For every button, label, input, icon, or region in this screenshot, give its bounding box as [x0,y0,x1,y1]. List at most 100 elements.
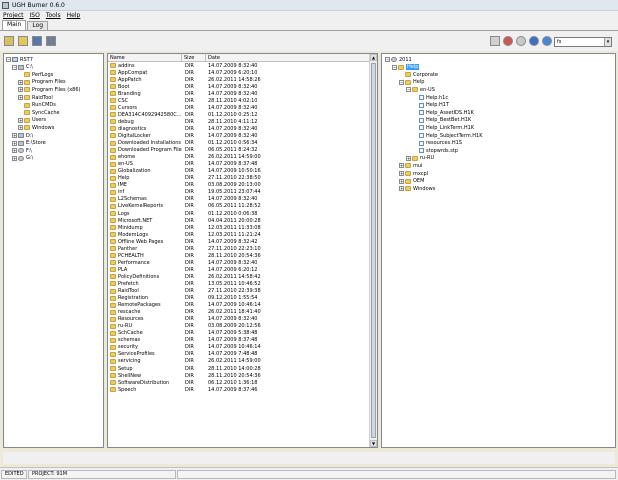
tree-node[interactable]: − 2011 [385,56,412,63]
tree-node[interactable]: − Help [392,64,420,71]
file-list-scrollbar[interactable]: ▲ ▼ [369,54,377,447]
expand-icon[interactable]: + [18,125,23,131]
collapse-icon[interactable]: − [12,64,17,70]
scroll-thumb[interactable] [371,63,376,438]
filesystem-select[interactable]: fs ▾ [554,37,612,47]
tree-node[interactable]: Help_LinkTerm.H1K [413,124,474,131]
expand-icon[interactable]: + [399,178,404,184]
list-item[interactable]: debug DIR 28.11.2010 4:11:12 [108,118,371,125]
list-item[interactable]: SchCache DIR 14.07.2009 5:38:48 [108,330,371,337]
list-item[interactable]: LiveKernelReports DIR 06.05.2011 11:28:52 [108,203,371,210]
list-item[interactable]: DigitalLocker DIR 14.07.2009 8:32:40 [108,132,371,139]
column-date-header[interactable]: Date [206,54,371,62]
disc-icon[interactable] [516,36,526,46]
expand-icon[interactable]: + [12,133,17,138]
tree-node[interactable]: + Program Files [18,79,66,86]
open-project-icon[interactable] [18,36,28,46]
refresh-icon[interactable] [529,36,539,46]
list-item[interactable]: rescache DIR 26.02.2011 18:41:40 [108,309,371,316]
collapse-icon[interactable]: − [406,87,411,93]
list-item[interactable]: Prefetch DIR 13.05.2011 10:46:52 [108,280,371,287]
expand-icon[interactable]: + [18,79,23,85]
tree-node[interactable]: − Help [399,79,424,86]
tree-node[interactable]: Help.H1T [413,102,449,109]
list-item[interactable]: Globalization DIR 14.07.2009 10:50:16 [108,168,371,175]
tree-node[interactable]: Corporate [399,71,438,78]
list-item[interactable]: CSC DIR 28.11.2010 4:02:10 [108,97,371,104]
expand-icon[interactable]: + [12,148,17,154]
expand-icon[interactable]: + [399,171,404,176]
list-item[interactable]: Boot DIR 14.07.2009 8:32:40 [108,83,371,90]
tree-node[interactable]: PerfLogs [18,71,53,78]
list-item[interactable]: ShellNew DIR 28.11.2010 20:54:36 [108,372,371,379]
list-item[interactable]: IME DIR 03.08.2009 20:13:00 [108,182,371,189]
list-item[interactable]: L2Schemas DIR 14.07.2009 8:32:40 [108,196,371,203]
tree-node[interactable]: − C:\ [12,64,33,71]
list-item[interactable]: Offline Web Pages DIR 14.07.2009 8:32:42 [108,238,371,245]
list-item[interactable]: ehome DIR 26.02.2011 14:59:00 [108,154,371,161]
collapse-icon[interactable]: − [399,79,404,85]
list-item[interactable]: inf DIR 19.05.2011 23:07:44 [108,189,371,196]
list-item[interactable]: ru-RU DIR 03.08.2009 20:12:56 [108,323,371,330]
erase-disc-icon[interactable] [503,36,513,46]
tree-node[interactable]: + ru-RU [406,155,434,162]
list-item[interactable]: addins DIR 14.07.2009 8:32:40 [108,62,371,69]
list-item[interactable]: schemas DIR 14.07.2009 8:37:48 [108,337,371,344]
list-item[interactable]: Performance DIR 14.07.2009 8:32:40 [108,259,371,266]
menu-help[interactable]: Help [67,12,81,19]
list-item[interactable]: en-US DIR 14.07.2009 8:37:48 [108,161,371,168]
list-item[interactable]: Registration DIR 09.12.2010 1:55:54 [108,295,371,302]
list-item[interactable]: PolicyDefinitions DIR 26.02.2011 14:58:42 [108,273,371,280]
tab-log[interactable]: Log [27,21,49,30]
expand-icon[interactable]: + [406,155,411,161]
save-project-icon[interactable] [32,36,42,46]
list-item[interactable]: Speech DIR 14.07.2009 8:37:46 [108,386,371,393]
list-item[interactable]: AppCompat DIR 14.07.2009 6:20:10 [108,69,371,76]
expand-icon[interactable]: + [399,163,404,169]
tree-node[interactable]: + Users [18,117,46,124]
column-name-header[interactable]: Name [108,54,182,62]
tree-node[interactable]: Help.h1c [413,94,448,101]
list-item[interactable]: diagnostics DIR 14.07.2009 8:32:40 [108,125,371,132]
project-tree-panel[interactable]: −2011− Help Corporate − Help − en-US Help.h1c He… [381,53,616,448]
list-item[interactable]: RaidTool DIR 27.11.2010 22:39:38 [108,288,371,295]
tree-node[interactable]: + Windows [399,185,435,192]
list-item[interactable]: Resources DIR 14.07.2009 8:32:40 [108,316,371,323]
tree-node[interactable]: + G:\ [12,155,33,162]
list-item[interactable]: Cursors DIR 14.07.2009 8:32:40 [108,104,371,111]
tree-node[interactable]: + Program Files (x86) [18,86,80,93]
chevron-down-icon[interactable]: ▾ [604,38,611,46]
tree-node[interactable]: Help_AssetIDS.H1K [413,109,474,116]
list-item[interactable]: ModemLogs DIR 12.03.2011 11:21:24 [108,231,371,238]
expand-icon[interactable]: + [399,186,404,192]
tree-node[interactable]: resources.H1S [413,140,462,147]
list-item[interactable]: ServiceProfiles DIR 14.07.2009 7:48:48 [108,351,371,358]
tree-node[interactable]: + Windows [18,124,54,131]
collapse-icon[interactable]: − [385,57,390,62]
globe-icon[interactable] [542,36,552,46]
list-item[interactable]: Panther DIR 27.11.2010 22:23:10 [108,245,371,252]
list-item[interactable]: Branding DIR 14.07.2009 8:32:40 [108,90,371,97]
menu-iso[interactable]: ISO [30,12,40,19]
tree-node[interactable]: + OEM [399,178,424,185]
list-item[interactable]: RemotePackages DIR 14.07.2009 10:46:14 [108,302,371,309]
new-project-icon[interactable] [4,36,14,46]
list-item[interactable]: Downloaded Installations DIR 01.12.2010 0:… [108,140,371,147]
collapse-icon[interactable]: − [392,64,397,70]
list-item[interactable]: PCHEALTH DIR 28.11.2010 20:54:36 [108,252,371,259]
list-item[interactable]: PLA DIR 14.07.2009 6:20:12 [108,266,371,273]
expand-icon[interactable]: + [18,95,23,100]
list-item[interactable]: AppPatch DIR 26.02.2011 14:58:26 [108,76,371,83]
list-item[interactable]: Microsoft.NET DIR 04.04.2011 20:00:28 [108,217,371,224]
list-item[interactable]: Minidump DIR 12.03.2011 11:33:08 [108,224,371,231]
tree-node[interactable]: + mxcpl [399,170,428,177]
scroll-down-icon[interactable]: ▼ [370,440,377,447]
scroll-up-icon[interactable]: ▲ [370,54,377,61]
tree-node[interactable]: SyncCache [18,109,60,116]
menu-tools[interactable]: Tools [46,12,61,19]
tree-node[interactable]: − RST7 [6,56,33,63]
list-item[interactable]: Downloaded Program Files DIR 06.05.2011 8:… [108,147,371,154]
tree-node[interactable]: RunCMDs [18,102,56,109]
list-item[interactable]: DEA314C4092942580C... DIR 01.12.2010 0:25:… [108,111,371,118]
expand-icon[interactable]: + [18,87,23,93]
